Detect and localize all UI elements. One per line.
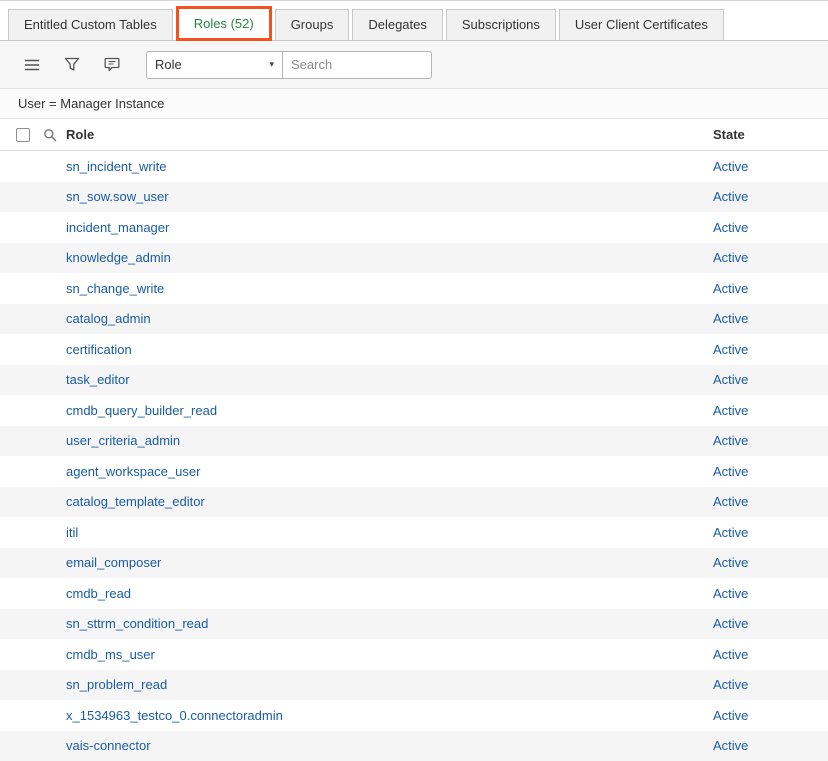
tab-delegates[interactable]: Delegates — [352, 9, 443, 40]
state-value[interactable]: Active — [713, 555, 748, 570]
role-link[interactable]: x_1534963_testco_0.connectoradmin — [66, 708, 283, 723]
table-row: x_1534963_testco_0.connectoradmin Active — [0, 700, 828, 731]
role-link[interactable]: cmdb_ms_user — [66, 647, 155, 662]
table-row: cmdb_read Active — [0, 578, 828, 609]
state-value[interactable]: Active — [713, 677, 748, 692]
tab-groups[interactable]: Groups — [275, 9, 350, 40]
state-value[interactable]: Active — [713, 647, 748, 662]
state-value[interactable]: Active — [713, 281, 748, 296]
search-icon[interactable] — [43, 128, 57, 142]
chevron-down-icon: ▾ — [269, 59, 274, 70]
activity-stream-icon[interactable] — [100, 53, 124, 77]
state-value[interactable]: Active — [713, 586, 748, 601]
state-value[interactable]: Active — [713, 311, 748, 326]
tab-user-client-certificates[interactable]: User Client Certificates — [559, 9, 724, 40]
table-row: itil Active — [0, 517, 828, 548]
state-value[interactable]: Active — [713, 159, 748, 174]
state-value[interactable]: Active — [713, 220, 748, 235]
role-link[interactable]: task_editor — [66, 372, 130, 387]
state-value[interactable]: Active — [713, 433, 748, 448]
state-value[interactable]: Active — [713, 372, 748, 387]
role-link[interactable]: sn_sttrm_condition_read — [66, 616, 208, 631]
search-input[interactable] — [283, 52, 431, 78]
tab-roles-52[interactable]: Roles (52) — [176, 6, 272, 41]
role-link[interactable]: knowledge_admin — [66, 250, 171, 265]
table-row: user_criteria_admin Active — [0, 426, 828, 457]
list-toolbar: Role ▾ — [0, 41, 828, 89]
role-link[interactable]: incident_manager — [66, 220, 169, 235]
table-row: sn_sttrm_condition_read Active — [0, 609, 828, 640]
role-link[interactable]: sn_change_write — [66, 281, 164, 296]
role-link[interactable]: agent_workspace_user — [66, 464, 200, 479]
role-link[interactable]: user_criteria_admin — [66, 433, 180, 448]
role-link[interactable]: sn_problem_read — [66, 677, 167, 692]
tab-entitled-custom-tables[interactable]: Entitled Custom Tables — [8, 9, 173, 40]
column-header-state[interactable]: State — [713, 119, 745, 151]
list-search-group: Role ▾ — [146, 51, 432, 79]
column-header-role[interactable]: Role — [66, 119, 94, 151]
related-list-panel: Entitled Custom TablesRoles (52)GroupsDe… — [0, 0, 828, 760]
role-link[interactable]: itil — [66, 525, 78, 540]
state-value[interactable]: Active — [713, 342, 748, 357]
filter-breadcrumb[interactable]: User = Manager Instance — [0, 89, 828, 119]
role-link[interactable]: catalog_template_editor — [66, 494, 205, 509]
state-value[interactable]: Active — [713, 616, 748, 631]
tab-bar: Entitled Custom TablesRoles (52)GroupsDe… — [0, 1, 828, 41]
role-link[interactable]: cmdb_read — [66, 586, 131, 601]
state-value[interactable]: Active — [713, 494, 748, 509]
table-row: certification Active — [0, 334, 828, 365]
role-link[interactable]: sn_incident_write — [66, 159, 166, 174]
role-link[interactable]: vais-connector — [66, 738, 151, 753]
role-link[interactable]: catalog_admin — [66, 311, 151, 326]
activity-stream-icon-glyph — [104, 57, 120, 72]
state-value[interactable]: Active — [713, 189, 748, 204]
filter-icon-glyph — [64, 57, 80, 72]
table-row: sn_incident_write Active — [0, 151, 828, 182]
table-row: sn_sow.sow_user Active — [0, 182, 828, 213]
search-column-select[interactable]: Role ▾ — [147, 52, 283, 78]
filter-breadcrumb-text: User = Manager Instance — [18, 96, 164, 111]
table-row: vais-connector Active — [0, 731, 828, 761]
table-row: incident_manager Active — [0, 212, 828, 243]
list-body: sn_incident_write Active sn_sow.sow_user Ac… — [0, 151, 828, 761]
role-link[interactable]: certification — [66, 342, 132, 357]
table-row: catalog_admin Active — [0, 304, 828, 335]
role-link[interactable]: sn_sow.sow_user — [66, 189, 169, 204]
search-column-value: Role — [155, 57, 182, 72]
list-menu-icon-glyph — [24, 58, 40, 72]
table-row: sn_problem_read Active — [0, 670, 828, 701]
table-row: sn_change_write Active — [0, 273, 828, 304]
state-value[interactable]: Active — [713, 708, 748, 723]
table-row: cmdb_query_builder_read Active — [0, 395, 828, 426]
list-menu-icon[interactable] — [20, 53, 44, 77]
table-row: agent_workspace_user Active — [0, 456, 828, 487]
table-row: cmdb_ms_user Active — [0, 639, 828, 670]
table-row: task_editor Active — [0, 365, 828, 396]
table-row: catalog_template_editor Active — [0, 487, 828, 518]
state-value[interactable]: Active — [713, 738, 748, 753]
select-all-checkbox[interactable] — [16, 128, 30, 142]
list-header: Role State — [0, 119, 828, 151]
table-row: knowledge_admin Active — [0, 243, 828, 274]
filter-icon[interactable] — [60, 53, 84, 77]
table-row: email_composer Active — [0, 548, 828, 579]
role-link[interactable]: email_composer — [66, 555, 161, 570]
search-icon-glyph — [43, 128, 57, 142]
state-value[interactable]: Active — [713, 403, 748, 418]
state-value[interactable]: Active — [713, 525, 748, 540]
state-value[interactable]: Active — [713, 464, 748, 479]
tab-subscriptions[interactable]: Subscriptions — [446, 9, 556, 40]
role-link[interactable]: cmdb_query_builder_read — [66, 403, 217, 418]
state-value[interactable]: Active — [713, 250, 748, 265]
